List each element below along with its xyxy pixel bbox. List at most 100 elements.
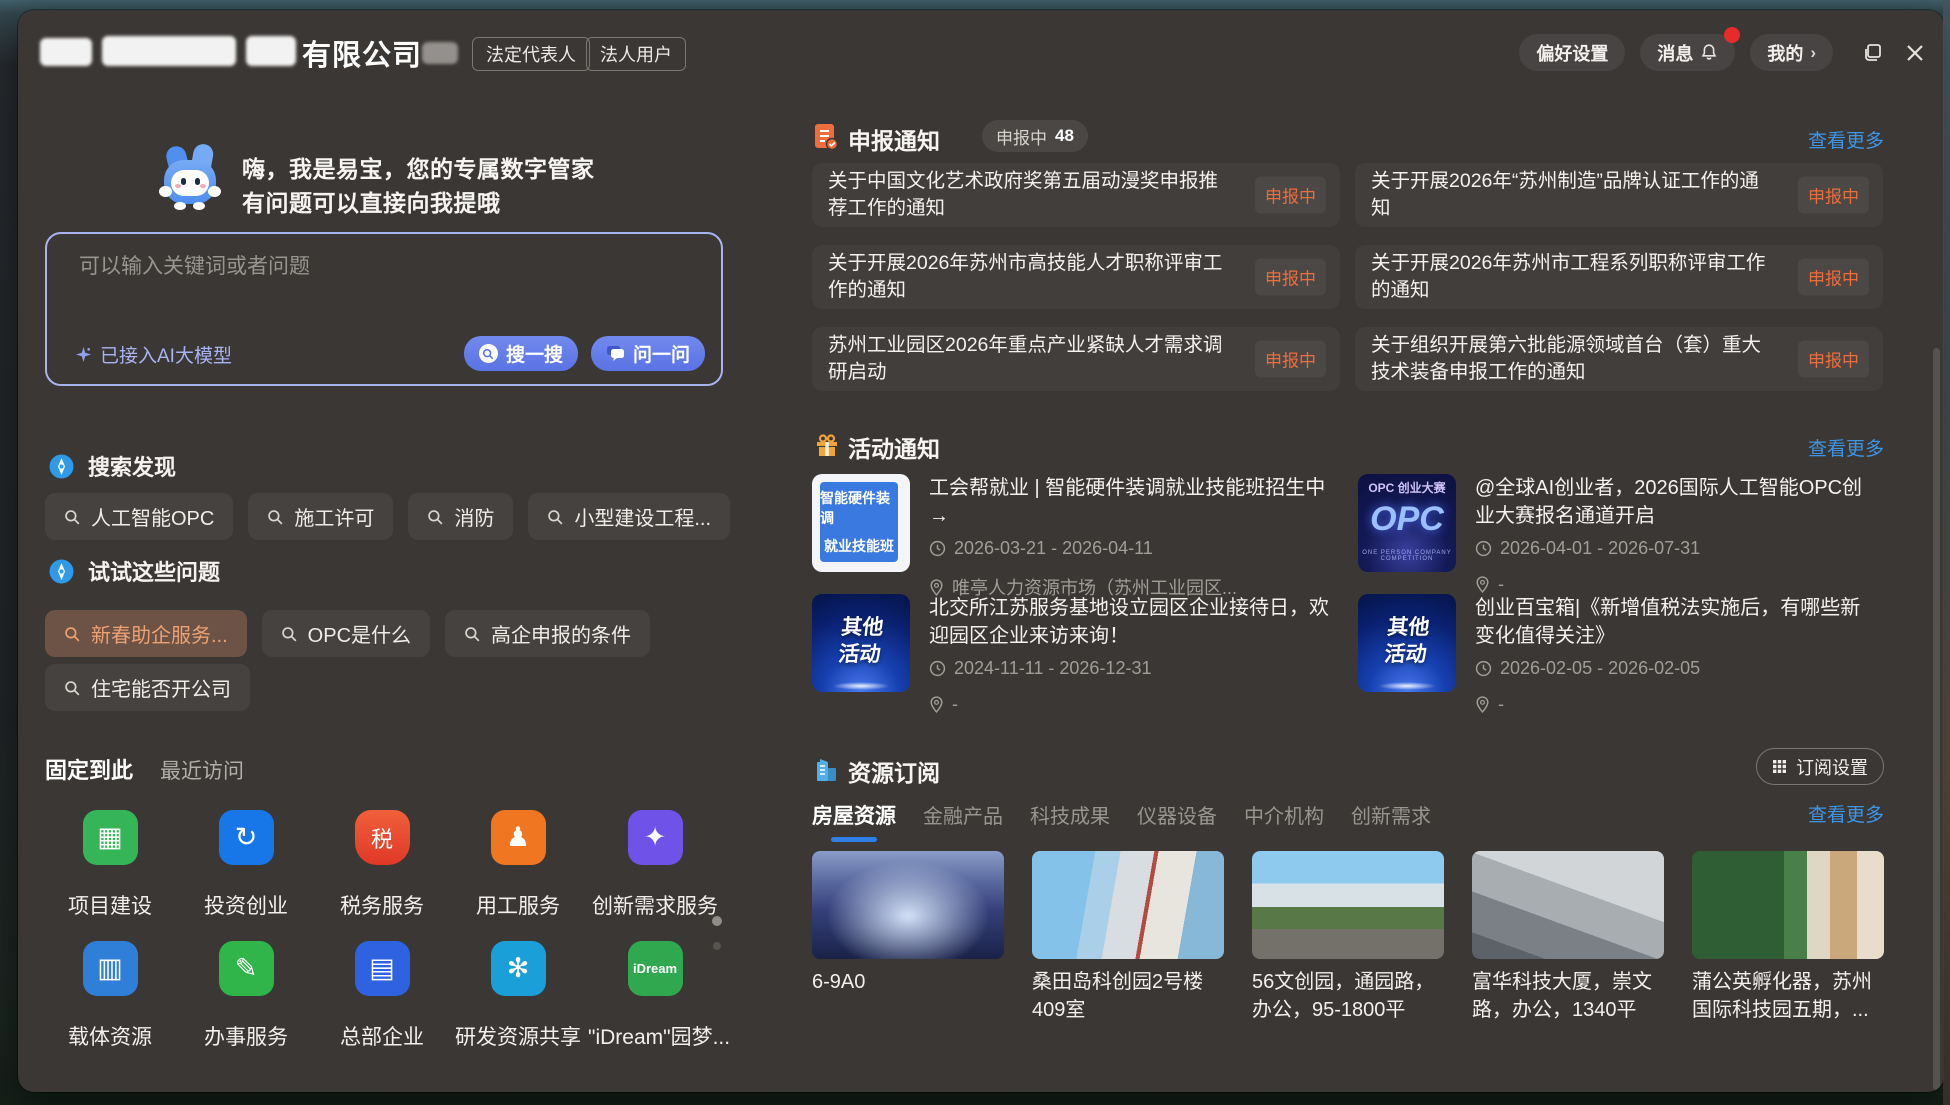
property-card[interactable]: 蒲公英孵化器，苏州国际科技园五期，... (1692, 851, 1884, 1024)
discover-tag[interactable]: 小型建设工程... (528, 493, 730, 540)
company-name-redacted (246, 36, 296, 66)
company-name-suffix: 有限公司 (302, 32, 422, 74)
activities-title: 活动通知 (848, 430, 940, 464)
my-account-button[interactable]: 我的 › (1750, 34, 1833, 71)
notice-card[interactable]: 苏州工业园区2026年重点产业紧缺人才需求调研启动申报中 (812, 327, 1340, 391)
vertical-scrollbar[interactable] (1933, 348, 1940, 1090)
notice-card[interactable]: 关于开展2026年苏州市高技能人才职称评审工作的通知申报中 (812, 245, 1340, 309)
app-tax-service[interactable]: 税 税务服务 (315, 810, 449, 920)
activity-cover-other: 其他活动 (812, 594, 910, 692)
ask-button[interactable]: 问一问 (591, 336, 705, 371)
declaration-filter-pill[interactable]: 申报中48 (982, 120, 1088, 152)
clipboard-icon: ✎ (219, 941, 274, 996)
search-button[interactable]: 搜一搜 (464, 336, 578, 371)
notice-card[interactable]: 关于开展2026年“苏州制造”品牌认证工作的通知申报中 (1355, 163, 1883, 227)
discover-tag[interactable]: 施工许可 (248, 493, 393, 540)
activity-item[interactable]: 其他活动 北交所江苏服务基地设立园区企业接待日，欢迎园区企业来访来询！ 2024… (812, 594, 1340, 710)
yibao-mascot-avatar (162, 146, 222, 212)
messages-button[interactable]: 消息 (1640, 34, 1735, 71)
tab-pinned[interactable]: 固定到此 (45, 753, 133, 785)
compass-icon (48, 453, 75, 480)
assistant-greeting-line1: 嗨，我是易宝，您的专属数字管家 (242, 150, 595, 184)
clock-icon (1475, 540, 1492, 557)
location-pin-icon (929, 579, 944, 596)
clock-icon (929, 540, 946, 557)
app-employment-service[interactable]: ♟ 用工服务 (451, 810, 585, 920)
status-badge: 申报中 (1255, 259, 1326, 296)
property-card[interactable]: 桑田岛科创园2号楼409室 (1032, 851, 1224, 1024)
resource-tab-instruments[interactable]: 仪器设备 (1137, 800, 1217, 829)
ai-model-note: 已接入AI大模型 (75, 341, 232, 368)
lightbulb-icon: ✦ (628, 810, 683, 865)
notice-card[interactable]: 关于组织开展第六批能源领域首台（套）重大技术装备申报工作的通知申报中 (1355, 327, 1883, 391)
status-badge: 申报中 (1798, 259, 1869, 296)
search-input[interactable] (77, 254, 677, 280)
location-pin-icon (1475, 576, 1490, 593)
app-project-construction[interactable]: ▦ 项目建设 (43, 810, 177, 920)
app-headquarters-enterprise[interactable]: ▤ 总部企业 (315, 941, 449, 1051)
subscription-settings-button[interactable]: 订阅设置 (1756, 748, 1884, 785)
clock-icon (929, 660, 946, 677)
activity-cover-other: 其他活动 (1358, 594, 1456, 692)
gift-icon (814, 432, 840, 458)
question-tag[interactable]: 高企申报的条件 (445, 610, 650, 657)
resource-tab-tech[interactable]: 科技成果 (1030, 800, 1110, 829)
declarations-title: 申报通知 (848, 122, 940, 156)
app-idream-park[interactable]: iDream "iDream"园梦... (588, 941, 722, 1051)
discover-tag[interactable]: 消防 (408, 493, 513, 540)
resources-more-link[interactable]: 查看更多 (1808, 800, 1884, 827)
property-photo-office-tower (1472, 851, 1664, 959)
app-invest-startup[interactable]: ↻ 投资创业 (179, 810, 313, 920)
app-window: 有限公司 法定代表人 法人用户 偏好设置 消息 我的 › (18, 10, 1944, 1092)
flask-gear-icon: ✻ (491, 941, 546, 996)
app-affairs-service[interactable]: ✎ 办事服务 (179, 941, 313, 1051)
company-name-redacted (102, 36, 236, 66)
tab-recent[interactable]: 最近访问 (160, 755, 244, 785)
worker-icon: ♟ (491, 810, 546, 865)
resource-tab-housing[interactable]: 房屋资源 (812, 800, 896, 830)
resource-tab-agency[interactable]: 中介机构 (1244, 800, 1324, 829)
resource-tab-innovation[interactable]: 创新需求 (1351, 800, 1431, 829)
property-photo-science-park (1032, 851, 1224, 959)
close-window-icon[interactable] (1904, 42, 1926, 64)
clock-icon (1475, 660, 1492, 677)
app-carrier-resources[interactable]: ▥ 载体资源 (43, 941, 177, 1051)
questions-section-title: 试试这些问题 (48, 555, 220, 587)
carousel-dot-active[interactable] (712, 916, 722, 926)
notice-card[interactable]: 关于开展2026年苏州市工程系列职称评审工作的通知申报中 (1355, 245, 1883, 309)
property-card[interactable]: 富华科技大厦，崇文路，办公，1340平 (1472, 851, 1664, 1024)
activity-cover-opc-competition: OPC 创业大赛 OPC ONE PERSON COMPANY COMPETIT… (1358, 474, 1456, 572)
activity-item[interactable]: 其他活动 创业百宝箱|《新增值税法实施后，有哪些新变化值得关注》 2026-02… (1358, 594, 1886, 710)
idream-logo-icon: iDream (628, 941, 683, 996)
desktop-background: 有限公司 法定代表人 法人用户 偏好设置 消息 我的 › (0, 0, 1950, 1105)
carousel-dot[interactable] (713, 942, 721, 950)
activity-cover-training-class: 智能硬件装调就业技能班 (812, 474, 910, 572)
question-tag[interactable]: 住宅能否开公司 (45, 664, 250, 711)
search-icon (479, 344, 498, 363)
question-tag[interactable]: OPC是什么 (262, 610, 430, 657)
user-name-redacted (422, 42, 458, 64)
property-card[interactable]: 56文创园，通园路，办公，95-1800平 (1252, 851, 1444, 1024)
property-card[interactable]: 6-9A0 (812, 851, 1004, 1024)
restore-window-icon[interactable] (1862, 42, 1884, 64)
app-rd-resource-sharing[interactable]: ✻ 研发资源共享 (451, 941, 585, 1051)
status-badge: 申报中 (1798, 341, 1869, 378)
preferences-button[interactable]: 偏好设置 (1519, 34, 1625, 71)
activities-more-link[interactable]: 查看更多 (1808, 434, 1884, 461)
resource-tab-finance[interactable]: 金融产品 (923, 800, 1003, 829)
declaration-doc-icon (812, 122, 840, 152)
notice-card[interactable]: 关于中国文化艺术政府奖第五届动漫奖申报推荐工作的通知申报中 (812, 163, 1340, 227)
bell-icon (1700, 43, 1718, 62)
tax-shield-icon: 税 (355, 810, 410, 865)
activity-item[interactable]: 智能硬件装调就业技能班 工会帮就业 | 智能硬件装调就业技能班招生中→ 2026… (812, 474, 1340, 590)
compass-icon (48, 558, 75, 585)
declarations-more-link[interactable]: 查看更多 (1808, 126, 1884, 153)
discover-section-title: 搜索发现 (48, 450, 176, 482)
building-resource-icon (814, 756, 838, 783)
question-tag-highlighted[interactable]: 新春助企服务... (45, 610, 247, 657)
discover-tag[interactable]: 人工智能OPC (45, 493, 233, 540)
activity-item[interactable]: OPC 创业大赛 OPC ONE PERSON COMPANY COMPETIT… (1358, 474, 1886, 590)
app-innovation-demand[interactable]: ✦ 创新需求服务 (588, 810, 722, 920)
badge-legal-person-user: 法人用户 (586, 37, 686, 71)
location-pin-icon (1475, 696, 1490, 713)
